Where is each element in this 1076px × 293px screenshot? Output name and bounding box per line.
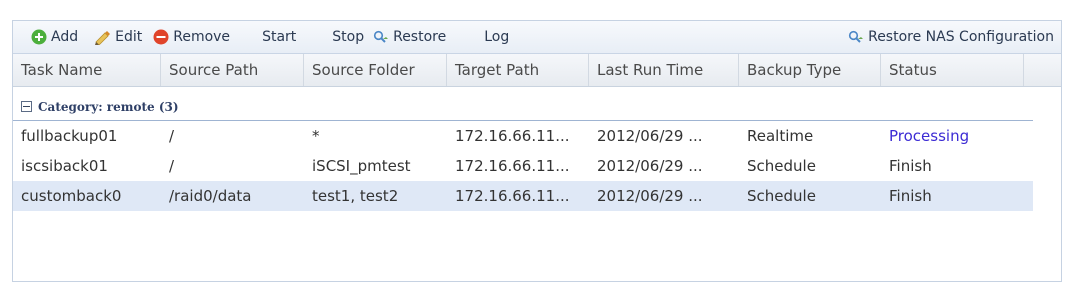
toolbar: Add Edit Remove Start Stop Restore Log R… <box>13 21 1061 54</box>
cell-source-folder: iSCSI_pmtest <box>312 157 411 175</box>
restore-button[interactable]: Restore <box>369 24 449 50</box>
group-header-category-remote[interactable]: Category: remote (3) <box>13 93 1033 121</box>
cell-task-name: iscsiback01 <box>21 157 108 175</box>
table-row[interactable]: fullbackup01 / * 172.16.66.11... 2012/06… <box>13 121 1033 151</box>
cell-last-run-time: 2012/06/29 ... <box>597 127 703 145</box>
log-label: Log <box>484 29 510 45</box>
cell-status: Finish <box>889 187 932 205</box>
cell-source-path: /raid0/data <box>169 187 252 205</box>
edit-button[interactable]: Edit <box>91 24 145 50</box>
stop-label: Stop <box>332 29 365 45</box>
stop-button[interactable]: Stop <box>329 24 367 50</box>
column-header-backup-type[interactable]: Backup Type <box>739 54 881 86</box>
remove-icon <box>152 28 170 46</box>
cell-task-name: customback0 <box>21 187 122 205</box>
cell-status: Processing <box>889 127 970 145</box>
add-label: Add <box>51 29 79 45</box>
edit-icon <box>94 28 112 46</box>
restore-nas-icon <box>847 28 865 46</box>
column-header-source-path[interactable]: Source Path <box>161 54 304 86</box>
remove-button[interactable]: Remove <box>149 24 233 50</box>
cell-task-name: fullbackup01 <box>21 127 118 145</box>
table-row[interactable]: iscsiback01 / iSCSI_pmtest 172.16.66.11.… <box>13 151 1033 181</box>
restore-icon <box>372 28 390 46</box>
cell-source-folder: test1, test2 <box>312 187 399 205</box>
add-icon <box>30 28 48 46</box>
cell-backup-type: Realtime <box>747 127 814 145</box>
cell-status: Finish <box>889 157 932 175</box>
column-header-filler <box>1024 54 1061 86</box>
cell-target-path: 172.16.66.11... <box>455 157 570 175</box>
restore-label: Restore <box>393 29 447 45</box>
cell-source-path: / <box>169 157 175 175</box>
cell-target-path: 172.16.66.11... <box>455 187 570 205</box>
edit-label: Edit <box>115 29 143 45</box>
group-label: Category: remote (3) <box>38 99 179 114</box>
backup-task-panel: Add Edit Remove Start Stop Restore Log R… <box>12 20 1062 282</box>
column-header-last-run-time[interactable]: Last Run Time <box>589 54 739 86</box>
start-label: Start <box>262 29 297 45</box>
cell-source-path: / <box>169 127 175 145</box>
table-header: Task Name Source Path Source Folder Targ… <box>13 54 1061 87</box>
add-button[interactable]: Add <box>27 24 81 50</box>
restore-nas-label: Restore NAS Configuration <box>868 29 1054 45</box>
log-button[interactable]: Log <box>481 24 512 50</box>
column-header-status[interactable]: Status <box>881 54 1024 86</box>
column-header-target-path[interactable]: Target Path <box>447 54 589 86</box>
column-header-task-name[interactable]: Task Name <box>13 54 161 86</box>
cell-last-run-time: 2012/06/29 ... <box>597 157 703 175</box>
cell-backup-type: Schedule <box>747 187 816 205</box>
cell-backup-type: Schedule <box>747 157 816 175</box>
start-button[interactable]: Start <box>259 24 299 50</box>
table-row-selected[interactable]: customback0 /raid0/data test1, test2 172… <box>13 181 1033 211</box>
remove-label: Remove <box>173 29 231 45</box>
cell-source-folder: * <box>312 127 320 145</box>
column-header-source-folder[interactable]: Source Folder <box>304 54 447 86</box>
cell-target-path: 172.16.66.11... <box>455 127 570 145</box>
restore-nas-configuration-button[interactable]: Restore NAS Configuration <box>844 24 1057 50</box>
collapse-toggle-icon[interactable] <box>21 101 32 112</box>
cell-last-run-time: 2012/06/29 ... <box>597 187 703 205</box>
